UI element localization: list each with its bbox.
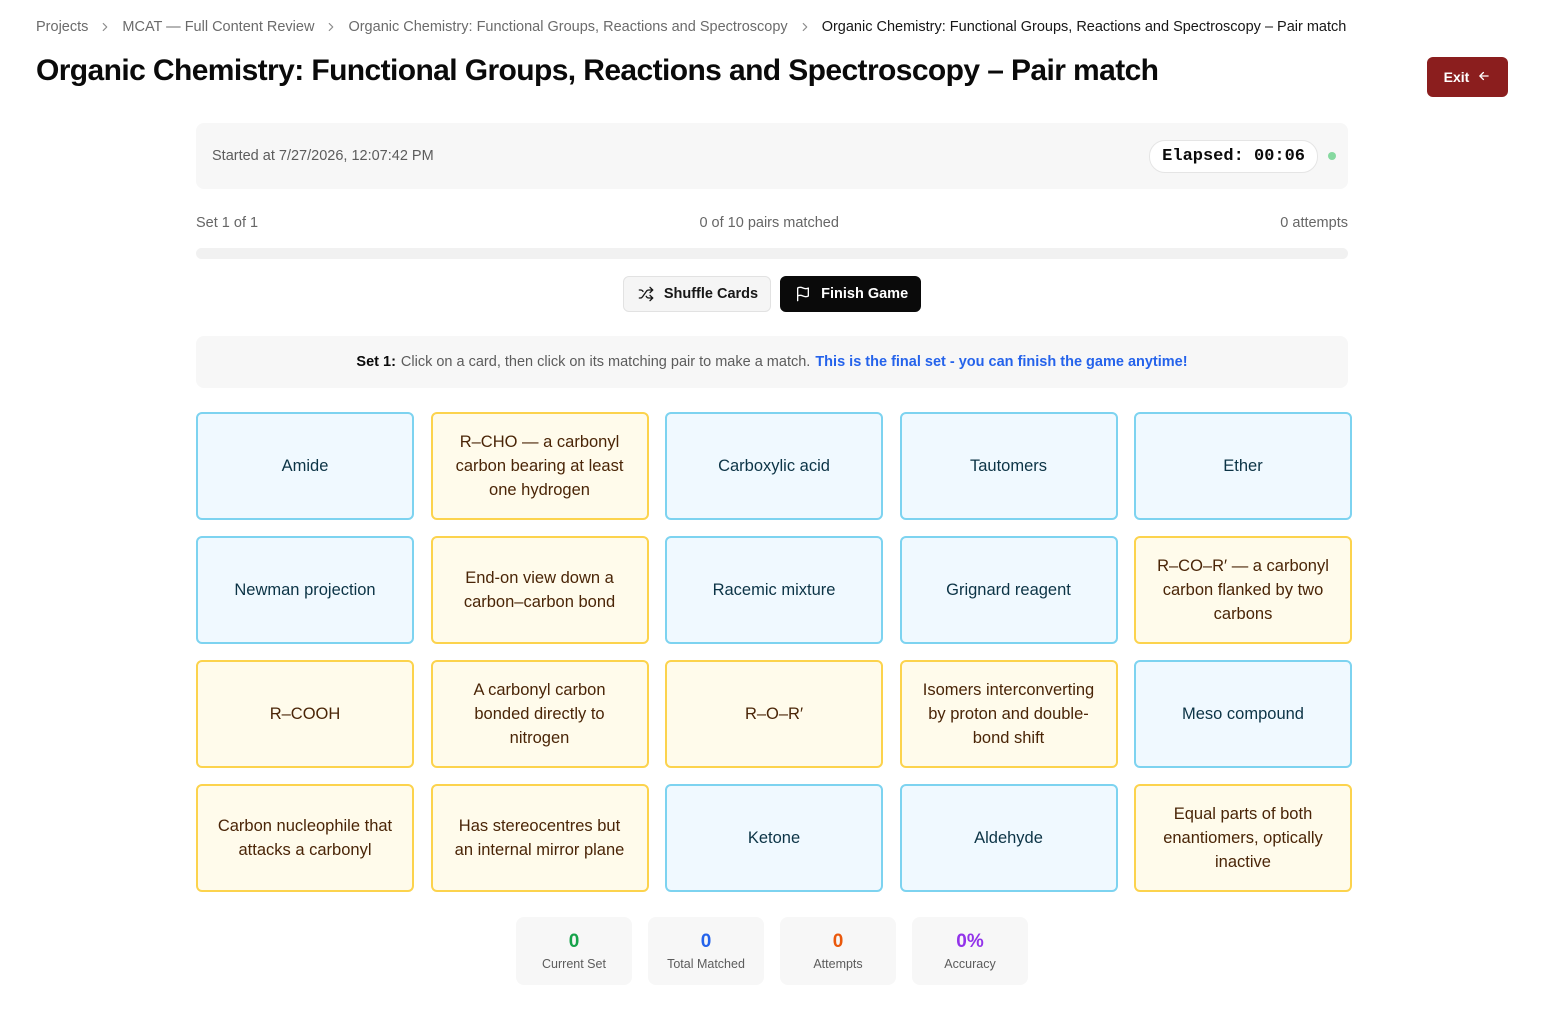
- breadcrumb-current: Organic Chemistry: Functional Groups, Re…: [821, 19, 1347, 35]
- shuffle-cards-label: Shuffle Cards: [663, 286, 759, 302]
- breadcrumb: Projects MCAT — Full Content Review Orga…: [36, 19, 1346, 35]
- finish-game-button[interactable]: Finish Game: [780, 276, 922, 312]
- definition-card[interactable]: Isomers interconverting by proton and do…: [899, 660, 1118, 768]
- term-card[interactable]: Grignard reagent: [899, 536, 1118, 644]
- attempts-counter: 0 attempts: [1280, 215, 1348, 231]
- term-card[interactable]: Tautomers: [899, 412, 1118, 520]
- term-card[interactable]: Carboxylic acid: [665, 412, 883, 520]
- game-controls: Shuffle Cards Finish Game: [196, 276, 1348, 312]
- instructions-set-label: Set 1:: [356, 354, 396, 370]
- definition-card[interactable]: R–COOH: [196, 660, 414, 768]
- term-card[interactable]: Ether: [1134, 412, 1352, 520]
- stat-label: Total Matched: [667, 957, 745, 971]
- shuffle-icon: [638, 286, 654, 302]
- stat-total-matched: 0 Total Matched: [648, 917, 764, 985]
- arrow-left-icon: [1477, 69, 1491, 86]
- stat-value: 0: [700, 931, 712, 952]
- stat-label: Accuracy: [944, 957, 996, 971]
- stat-label: Attempts: [813, 957, 863, 971]
- definition-card[interactable]: R–O–R′: [665, 660, 883, 768]
- chevron-right-icon: [788, 20, 822, 34]
- definition-card[interactable]: R–CHO — a carbonyl carbon bearing at lea…: [430, 412, 649, 520]
- definition-card[interactable]: R–CO–R′ — a carbonyl carbon flanked by t…: [1134, 536, 1352, 644]
- status-panel: Started at 7/27/2026, 12:07:42 PM Elapse…: [196, 123, 1348, 189]
- progress-meta: Set 1 of 1 0 of 10 pairs matched 0 attem…: [196, 215, 1348, 231]
- chevron-right-icon: [88, 20, 122, 34]
- breadcrumb-deck[interactable]: Organic Chemistry: Functional Groups, Re…: [348, 19, 787, 35]
- stat-value: 0: [832, 931, 844, 952]
- definition-card[interactable]: Equal parts of both enantiomers, optical…: [1134, 784, 1352, 892]
- instructions-banner: Set 1: Click on a card, then click on it…: [196, 336, 1348, 388]
- progress-bar: [196, 248, 1348, 259]
- finish-game-label: Finish Game: [821, 286, 909, 302]
- definition-card[interactable]: End-on view down a carbon–carbon bond: [430, 536, 649, 644]
- shuffle-cards-button[interactable]: Shuffle Cards: [622, 276, 772, 312]
- elapsed-timer-group: Elapsed: 00:06: [1149, 139, 1336, 173]
- final-set-note: This is the final set - you can finish t…: [815, 354, 1188, 370]
- exit-label: Exit: [1443, 69, 1470, 85]
- pairs-matched: 0 of 10 pairs matched: [699, 215, 839, 231]
- exit-button[interactable]: Exit: [1427, 57, 1508, 97]
- definition-card[interactable]: Carbon nucleophile that attacks a carbon…: [196, 784, 414, 892]
- chevron-right-icon: [314, 20, 348, 34]
- definition-card[interactable]: Has stereocentres but an internal mirror…: [430, 784, 649, 892]
- started-at: Started at 7/27/2026, 12:07:42 PM: [212, 148, 434, 164]
- term-card[interactable]: Racemic mixture: [665, 536, 883, 644]
- game-area: Started at 7/27/2026, 12:07:42 PM Elapse…: [196, 123, 1352, 892]
- card-grid: Amide R–CHO — a carbonyl carbon bearing a…: [196, 412, 1352, 892]
- live-indicator-icon: [1328, 152, 1336, 160]
- elapsed-timer: Elapsed: 00:06: [1149, 139, 1318, 173]
- term-card[interactable]: Newman projection: [196, 536, 414, 644]
- stat-label: Current Set: [542, 957, 606, 971]
- breadcrumb-projects[interactable]: Projects: [36, 19, 88, 35]
- stat-value: 0%: [956, 931, 984, 952]
- instructions-text: Click on a card, then click on its match…: [400, 354, 811, 370]
- term-card[interactable]: Amide: [196, 412, 414, 520]
- term-card[interactable]: Meso compound: [1134, 660, 1352, 768]
- definition-card[interactable]: A carbonyl carbon bonded directly to nit…: [430, 660, 649, 768]
- term-card[interactable]: Aldehyde: [899, 784, 1118, 892]
- breadcrumb-project[interactable]: MCAT — Full Content Review: [122, 19, 314, 35]
- flag-icon: [795, 286, 811, 302]
- stats-panel: 0 Current Set 0 Total Matched 0 Attempts 0% Acc…: [516, 917, 1028, 985]
- stat-accuracy: 0% Accuracy: [912, 917, 1028, 985]
- term-card[interactable]: Ketone: [665, 784, 883, 892]
- set-counter: Set 1 of 1: [196, 215, 259, 231]
- page-title: Organic Chemistry: Functional Groups, Re…: [36, 54, 1159, 87]
- stat-current-set: 0 Current Set: [516, 917, 632, 985]
- stat-value: 0: [568, 931, 580, 952]
- stat-attempts: 0 Attempts: [780, 917, 896, 985]
